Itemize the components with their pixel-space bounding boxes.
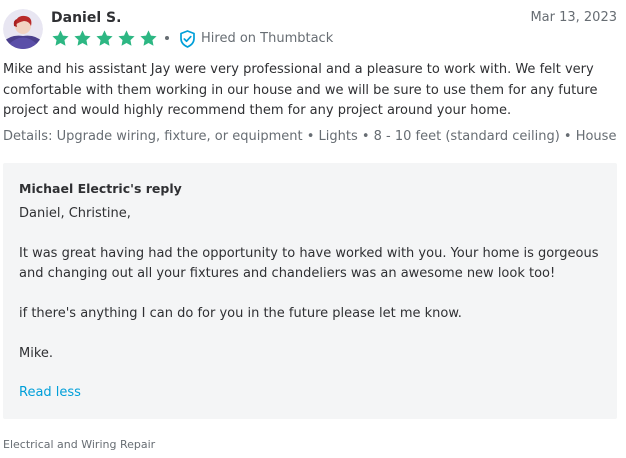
star-icon bbox=[140, 30, 157, 46]
avatar-icon bbox=[3, 9, 43, 49]
avatar bbox=[3, 9, 43, 49]
reply-paragraph: It was great having had the opportunity … bbox=[19, 246, 599, 281]
hired-label: Hired on Thumbtack bbox=[201, 31, 334, 46]
pro-reply: Michael Electric's reply Daniel, Christi… bbox=[3, 163, 617, 419]
star-icon bbox=[118, 30, 135, 46]
job-details: Details: Upgrade wiring, fixture, or equ… bbox=[3, 129, 617, 144]
read-less-link[interactable]: Read less bbox=[19, 383, 81, 403]
hired-badge: Hired on Thumbtack bbox=[179, 29, 333, 49]
reply-signoff: Mike. bbox=[19, 346, 54, 361]
reply-greeting: Daniel, Christine, bbox=[19, 206, 131, 221]
reviewer-name: Daniel S. bbox=[51, 10, 122, 26]
review-text: Mike and his assistant Jay were very pro… bbox=[3, 62, 598, 118]
shield-check-icon bbox=[180, 30, 195, 48]
reply-title: Michael Electric's reply bbox=[19, 181, 182, 196]
star-icon bbox=[74, 30, 91, 46]
star-icon bbox=[52, 30, 69, 46]
service-category: Electrical and Wiring Repair bbox=[3, 438, 156, 451]
separator-dot bbox=[165, 36, 169, 40]
reply-body: Daniel, Christine, It was great having h… bbox=[19, 204, 603, 364]
review-date: Mar 13, 2023 bbox=[530, 10, 617, 25]
star-icon bbox=[96, 30, 113, 46]
reply-paragraph: if there's anything I can do for you in … bbox=[19, 306, 462, 321]
star-rating bbox=[51, 29, 158, 49]
